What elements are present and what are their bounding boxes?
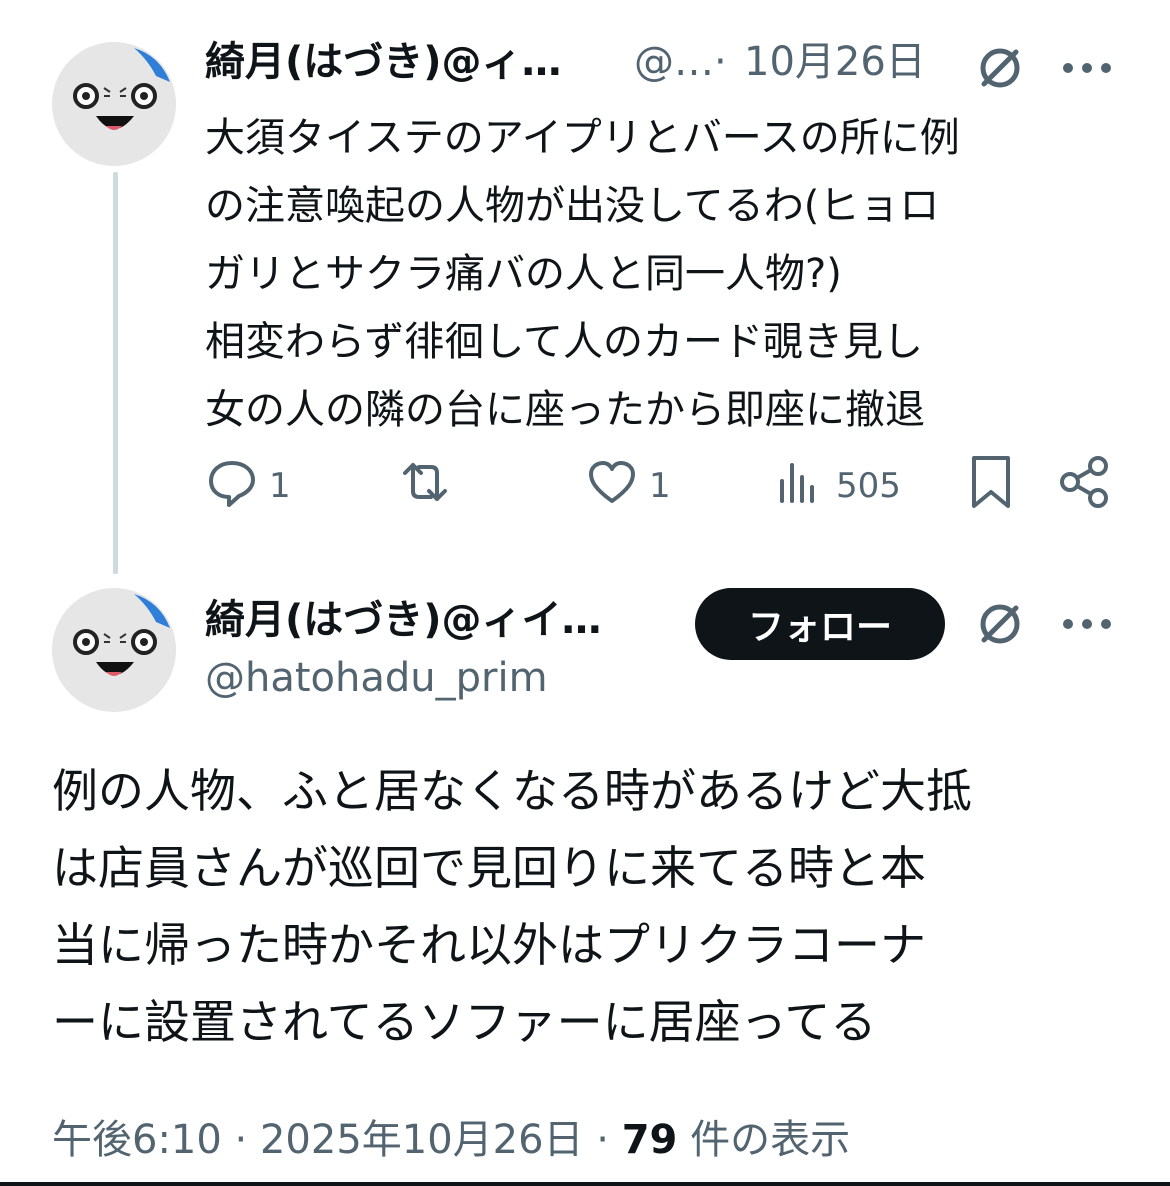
separator: ·: [714, 39, 727, 85]
post-time[interactable]: 午後6:10 · 2025年10月26日 ·: [52, 1117, 622, 1163]
thread-line: [113, 172, 118, 574]
post-text: 例の人物、ふと居なくなる時があるけど大抵 は店員さんが巡回で見回りに来てる時と本…: [52, 764, 972, 1049]
view-label: 件の表示: [677, 1117, 851, 1163]
reply-count: 1: [269, 466, 291, 506]
grok-icon[interactable]: [972, 40, 1028, 96]
heart-icon: [585, 455, 639, 518]
divider: [0, 1182, 1170, 1186]
more-icon[interactable]: [1060, 58, 1114, 78]
reply-icon: [205, 455, 259, 518]
avatar[interactable]: [52, 42, 176, 166]
share-button[interactable]: [1054, 455, 1114, 516]
more-icon[interactable]: [1060, 614, 1114, 634]
avatar[interactable]: [52, 588, 176, 712]
retweet-icon: [395, 455, 455, 518]
views-icon: [772, 455, 826, 518]
retweet-button[interactable]: [395, 456, 455, 516]
bookmark-icon: [964, 452, 1018, 521]
views-count: 505: [836, 466, 901, 506]
views-button[interactable]: 505: [772, 456, 901, 516]
follow-button[interactable]: フォロー: [695, 588, 945, 660]
share-icon: [1054, 452, 1114, 521]
view-count: 79: [621, 1117, 678, 1163]
grok-icon[interactable]: [972, 596, 1028, 652]
like-count: 1: [649, 466, 671, 506]
handle[interactable]: @hatohadu_prim: [205, 654, 548, 702]
post-text: 大須タイステのアイプリとバースの所に例 の注意喚起の人物が出没してるわ(ヒョロ …: [205, 115, 960, 433]
handle[interactable]: @…: [634, 38, 714, 86]
post-timestamp: 午後6:10 · 2025年10月26日 · 79 件の表示: [52, 1112, 850, 1168]
display-name[interactable]: 綺月(はづき)@ィイ…: [205, 596, 602, 644]
like-button[interactable]: 1: [585, 456, 671, 516]
post-date[interactable]: 10月26日: [744, 38, 926, 86]
display-name[interactable]: 綺月(はづき)@ィ…: [205, 38, 562, 86]
reply-button[interactable]: 1: [205, 456, 291, 516]
bookmark-button[interactable]: [964, 455, 1018, 516]
